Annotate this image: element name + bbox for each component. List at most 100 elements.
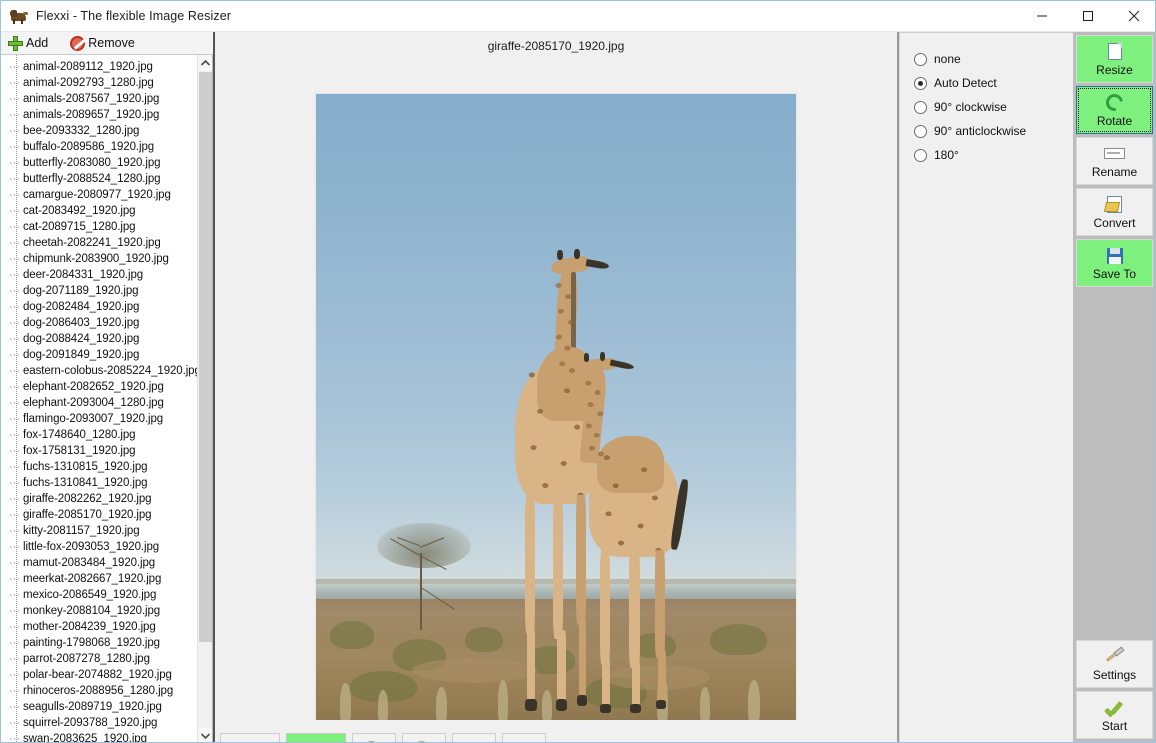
list-item[interactable]: ··· dog-2088424_1920.jpg [1, 331, 197, 347]
list-item[interactable]: ··· cheetah-2082241_1920.jpg [1, 235, 197, 251]
file-name: animals-2087567_1920.jpg [23, 93, 160, 105]
list-item[interactable]: ··· eastern-colobus-2085224_1920.jpg [1, 363, 197, 379]
chevron-down-icon[interactable] [198, 728, 212, 742]
list-item[interactable]: ··· animals-2089657_1920.jpg [1, 107, 197, 123]
preview-filename: giraffe-2085170_1920.jpg [487, 39, 625, 53]
list-item[interactable]: ··· dog-2091849_1920.jpg [1, 347, 197, 363]
maximize-button[interactable] [1065, 1, 1111, 31]
rotate-option-label: 180° [934, 148, 959, 162]
list-item[interactable]: ··· giraffe-2085170_1920.jpg [1, 507, 197, 523]
convert-icon [1107, 195, 1122, 215]
list-item[interactable]: ··· animal-2092793_1280.jpg [1, 75, 197, 91]
rotate-option-3[interactable]: 90° anticlockwise [900, 119, 1073, 143]
list-item[interactable]: ··· dog-2082484_1920.jpg [1, 299, 197, 315]
list-item[interactable]: ··· seagulls-2089719_1920.jpg [1, 699, 197, 715]
resize-icon [1107, 42, 1122, 62]
rotate-option-2[interactable]: 90° clockwise [900, 95, 1073, 119]
zoom-out-button[interactable] [402, 733, 446, 742]
list-item[interactable]: ··· giraffe-2082262_1920.jpg [1, 491, 197, 507]
list-item[interactable]: ··· elephant-2082652_1920.jpg [1, 379, 197, 395]
file-name: eastern-colobus-2085224_1920.jpg [23, 365, 197, 377]
resize-button[interactable]: Resize [1076, 35, 1153, 83]
list-item[interactable]: ··· camargue-2080977_1920.jpg [1, 187, 197, 203]
window-title: Flexxi - The flexible Image Resizer [36, 9, 232, 23]
tree-connector-icon: ··· [9, 639, 20, 647]
rotate-option-0[interactable]: none [900, 47, 1073, 71]
tree-connector-icon: ··· [9, 703, 20, 711]
settings-button[interactable]: Settings [1076, 640, 1153, 688]
add-button[interactable]: Add [8, 32, 48, 54]
list-item[interactable]: ··· fuchs-1310815_1920.jpg [1, 459, 197, 475]
list-item[interactable]: ··· deer-2084331_1920.jpg [1, 267, 197, 283]
convert-button[interactable]: Convert [1076, 188, 1153, 236]
list-item[interactable]: ··· cat-2089715_1280.jpg [1, 219, 197, 235]
rotate-option-1[interactable]: Auto Detect [900, 71, 1073, 95]
list-item[interactable]: ··· fox-1748640_1280.jpg [1, 427, 197, 443]
list-item[interactable]: ··· flamingo-2093007_1920.jpg [1, 411, 197, 427]
list-item[interactable]: ··· mamut-2083484_1920.jpg [1, 555, 197, 571]
file-name: mexico-2086549_1920.jpg [23, 589, 157, 601]
radio-button[interactable] [914, 100, 927, 114]
list-item[interactable]: ··· butterfly-2083080_1920.jpg [1, 155, 197, 171]
list-item[interactable]: ··· butterfly-2088524_1280.jpg [1, 171, 197, 187]
list-item[interactable]: ··· fuchs-1310841_1920.jpg [1, 475, 197, 491]
rename-icon [1104, 144, 1125, 164]
file-name: fuchs-1310841_1920.jpg [23, 477, 148, 489]
chevron-up-icon[interactable] [198, 55, 212, 71]
file-list-scrollbar[interactable] [197, 55, 212, 742]
list-item[interactable]: ··· buffalo-2089586_1920.jpg [1, 139, 197, 155]
previous-image-button[interactable] [452, 733, 496, 742]
scrollbar-thumb[interactable] [199, 72, 212, 642]
list-item[interactable]: ··· rhinoceros-2088956_1280.jpg [1, 683, 197, 699]
close-button[interactable] [1111, 1, 1155, 31]
list-item[interactable]: ··· dog-2071189_1920.jpg [1, 283, 197, 299]
rotate-button[interactable]: Rotate [1076, 86, 1153, 134]
file-name: giraffe-2082262_1920.jpg [23, 493, 152, 505]
minimize-button[interactable] [1019, 1, 1065, 31]
rename-button[interactable]: Rename [1076, 137, 1153, 185]
tree-connector-icon: ··· [9, 495, 20, 503]
list-item[interactable]: ··· mexico-2086549_1920.jpg [1, 587, 197, 603]
rotate-option-label: 90° anticlockwise [934, 124, 1027, 138]
list-item[interactable]: ··· animal-2089112_1920.jpg [1, 59, 197, 75]
radio-button[interactable] [914, 76, 927, 90]
radio-button[interactable] [914, 52, 927, 66]
radio-button[interactable] [914, 124, 927, 138]
list-item[interactable]: ··· squirrel-2093788_1920.jpg [1, 715, 197, 731]
list-item[interactable]: ··· bee-2093332_1280.jpg [1, 123, 197, 139]
save-to-button[interactable]: Save To [1076, 239, 1153, 287]
list-item[interactable]: ··· painting-1798068_1920.jpg [1, 635, 197, 651]
list-item[interactable]: ··· mother-2084239_1920.jpg [1, 619, 197, 635]
list-item[interactable]: ··· kitty-2081157_1920.jpg [1, 523, 197, 539]
list-item[interactable]: ··· parrot-2087278_1280.jpg [1, 651, 197, 667]
zoom-in-button[interactable] [352, 733, 396, 742]
original-button[interactable]: Original [286, 733, 346, 742]
list-item[interactable]: ··· polar-bear-2074882_1920.jpg [1, 667, 197, 683]
start-button-label: Start [1101, 718, 1128, 733]
list-item[interactable]: ··· dog-2086403_1920.jpg [1, 315, 197, 331]
next-image-button[interactable] [502, 733, 546, 742]
radio-button[interactable] [914, 148, 927, 162]
tree-connector-icon: ··· [9, 63, 20, 71]
list-item[interactable]: ··· monkey-2088104_1920.jpg [1, 603, 197, 619]
file-name: kitty-2081157_1920.jpg [23, 525, 140, 537]
list-item[interactable]: ··· animals-2087567_1920.jpg [1, 91, 197, 107]
rotate-option-group[interactable]: none Auto Detect 90° clockwise 90° anticloc… [900, 33, 1073, 167]
file-list[interactable]: ··· animal-2089112_1920.jpg ··· animal-2092… [1, 55, 197, 742]
list-item[interactable]: ··· meerkat-2082667_1920.jpg [1, 571, 197, 587]
start-button[interactable]: Start [1076, 691, 1153, 739]
fit-button[interactable]: Fit [220, 733, 280, 742]
preview-canvas[interactable] [215, 56, 897, 720]
rotate-option-4[interactable]: 180° [900, 143, 1073, 167]
file-name: dog-2091849_1920.jpg [23, 349, 140, 361]
list-item[interactable]: ··· cat-2083492_1920.jpg [1, 203, 197, 219]
tree-connector-icon: ··· [9, 447, 20, 455]
list-item[interactable]: ··· fox-1758131_1920.jpg [1, 443, 197, 459]
list-item[interactable]: ··· swan-2083625_1920.jpg [1, 731, 197, 742]
list-item[interactable]: ··· chipmunk-2083900_1920.jpg [1, 251, 197, 267]
tree-connector-icon: ··· [9, 399, 20, 407]
list-item[interactable]: ··· little-fox-2093053_1920.jpg [1, 539, 197, 555]
remove-button[interactable]: Remove [70, 32, 135, 54]
list-item[interactable]: ··· elephant-2093004_1280.jpg [1, 395, 197, 411]
file-name: parrot-2087278_1280.jpg [23, 653, 150, 665]
